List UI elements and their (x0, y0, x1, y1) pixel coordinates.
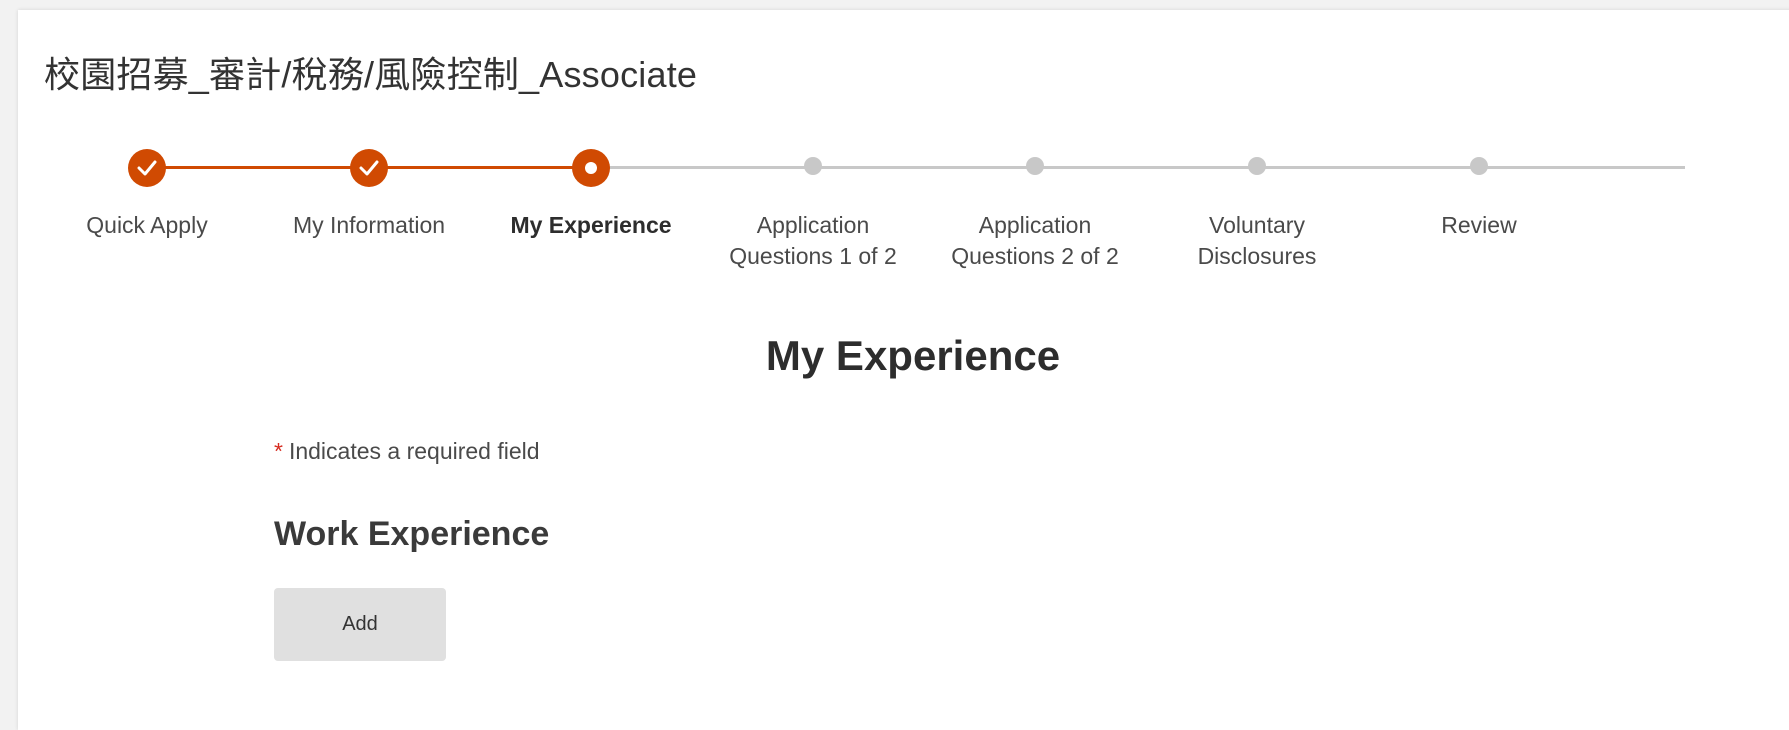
required-note-text: Indicates a required field (288, 438, 540, 464)
required-asterisk: * (274, 438, 283, 464)
step-label: Voluntary Disclosures (1197, 212, 1317, 269)
required-field-note: * Indicates a required field (274, 438, 540, 465)
progress-stepper: Quick Apply My Information My Experience (18, 10, 1789, 290)
stepper-track-remaining (591, 166, 1685, 169)
step-label: My Information (292, 212, 446, 238)
current-step-icon (572, 149, 610, 187)
page-heading: My Experience (765, 332, 1061, 379)
check-icon (350, 149, 388, 187)
work-experience-heading: Work Experience (274, 515, 550, 553)
application-card: 校園招募_審計/稅務/風險控制_Associate Quick Apply My… (18, 10, 1789, 730)
check-icon (128, 149, 166, 187)
step-label: Review (1441, 212, 1517, 238)
step-label-current: My Experience (510, 212, 672, 238)
step-label: Application Questions 2 of 2 (951, 212, 1119, 269)
step-label: Quick Apply (86, 212, 208, 238)
step-label: Application Questions 1 of 2 (729, 212, 897, 269)
upcoming-step-dot-icon (1248, 157, 1266, 175)
upcoming-step-dot-icon (804, 157, 822, 175)
upcoming-step-dot-icon (1470, 157, 1488, 175)
add-work-experience-button[interactable]: Add (274, 588, 446, 661)
upcoming-step-dot-icon (1026, 157, 1044, 175)
